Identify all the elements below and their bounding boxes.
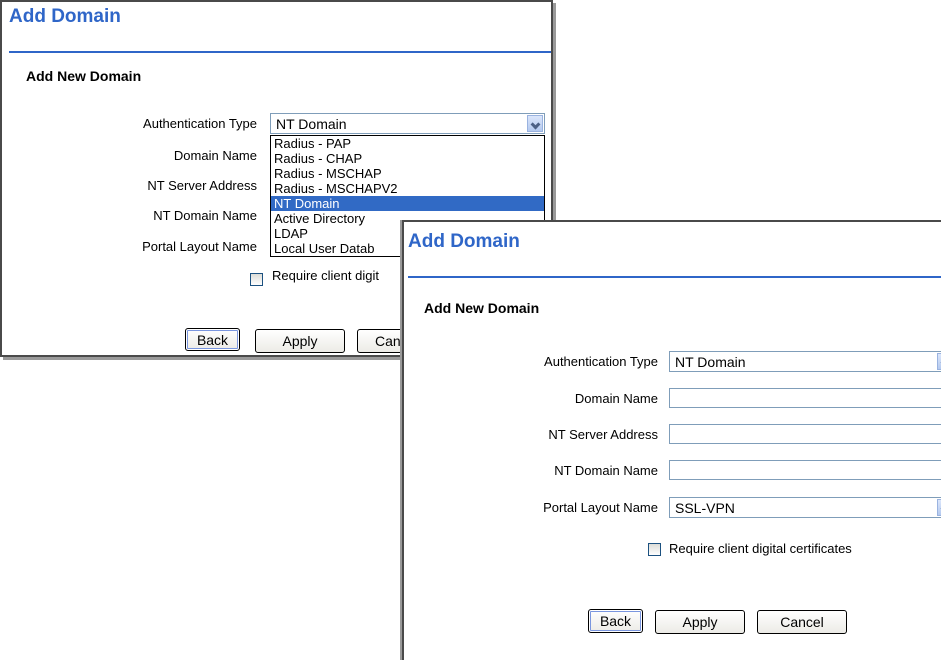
nt-domain-label: NT Domain Name [554, 463, 658, 478]
auth-type-value: NT Domain [675, 354, 746, 370]
portal-layout-label: Portal Layout Name [142, 239, 257, 254]
nt-server-label: NT Server Address [548, 427, 658, 442]
dropdown-option-selected[interactable]: NT Domain [271, 196, 544, 211]
domain-name-label: Domain Name [173, 148, 257, 163]
nt-server-input[interactable] [669, 424, 941, 444]
title-divider [408, 276, 941, 278]
require-cert-checkbox[interactable] [250, 273, 263, 286]
back-button[interactable]: Back [185, 328, 240, 351]
auth-type-select[interactable]: NT Domain [270, 113, 545, 134]
dropdown-option[interactable]: Radius - MSCHAPV2 [271, 181, 544, 196]
dialog-title: Add Domain [408, 231, 520, 252]
back-button[interactable]: Back [588, 609, 643, 633]
nt-domain-label: NT Domain Name [153, 208, 257, 223]
require-cert-checkbox[interactable] [648, 543, 661, 556]
dropdown-option[interactable]: Radius - PAP [271, 136, 544, 151]
auth-type-label: Authentication Type [544, 354, 658, 369]
portal-layout-value: SSL-VPN [675, 500, 735, 516]
domain-name-label: Domain Name [574, 391, 658, 406]
front-dialog: Add Domain Add New Domain Authentication… [402, 220, 941, 660]
dialog-title: Add Domain [9, 6, 121, 27]
portal-layout-select[interactable]: SSL-VPN [669, 497, 941, 518]
title-divider [9, 51, 551, 53]
section-heading: Add New Domain [26, 68, 142, 84]
chevron-down-icon[interactable] [527, 115, 543, 132]
apply-button[interactable]: Apply [255, 329, 345, 353]
auth-type-value: NT Domain [276, 116, 347, 132]
require-cert-label: Require client digital certificates [669, 541, 852, 556]
dropdown-option[interactable]: Radius - CHAP [271, 151, 544, 166]
nt-domain-input[interactable] [669, 460, 941, 480]
auth-type-label: Authentication Type [143, 116, 257, 131]
cancel-button[interactable]: Cancel [757, 610, 847, 634]
require-cert-label: Require client digit [272, 268, 379, 283]
nt-server-label: NT Server Address [147, 178, 257, 193]
domain-name-input[interactable] [669, 388, 941, 408]
portal-layout-label: Portal Layout Name [543, 500, 658, 515]
auth-type-select[interactable]: NT Domain [669, 351, 941, 372]
chevron-down-icon[interactable] [937, 499, 941, 516]
chevron-down-icon[interactable] [937, 353, 941, 370]
apply-button[interactable]: Apply [655, 610, 745, 634]
dropdown-option[interactable]: Radius - MSCHAP [271, 166, 544, 181]
section-heading: Add New Domain [424, 300, 540, 316]
